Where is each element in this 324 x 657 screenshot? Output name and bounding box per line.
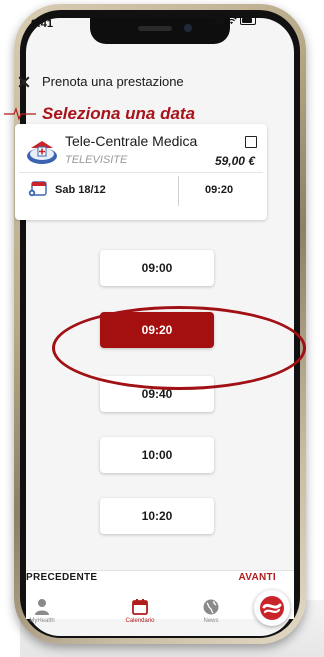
tab-news[interactable]: News (181, 598, 241, 624)
time-slot-selected[interactable]: 09:20 (100, 312, 214, 348)
header: Prenota una prestazione (18, 74, 184, 89)
service-category: TELEVISITE (65, 154, 128, 166)
status-time: 9:41 (31, 18, 54, 30)
service-name: Tele-Centrale Medica (65, 133, 198, 149)
nav-actions: PRECEDENTE AVANTI (26, 572, 276, 586)
section-title: Seleziona una data (42, 104, 196, 123)
wifi-icon (226, 16, 237, 25)
section-heading: Seleziona una data (4, 104, 195, 124)
card-divider (19, 172, 263, 173)
appointment-time: 09:20 (205, 184, 234, 196)
header-title: Prenota una prestazione (42, 74, 184, 89)
appointment-date: Sab 18/12 (55, 184, 106, 196)
globe-icon (203, 599, 219, 615)
next-button[interactable]: AVANTI (238, 572, 276, 583)
time-slot[interactable]: 09:00 (100, 250, 214, 286)
service-card: Tele-Centrale Medica TELEVISITE 59,00 € … (15, 124, 267, 220)
close-icon[interactable] (18, 76, 30, 88)
signal-icon (212, 16, 223, 25)
tab-label: News (203, 618, 219, 624)
speaker-grille (138, 26, 172, 31)
tab-myhealth[interactable]: MyHealth (12, 598, 72, 624)
tab-label: Calendario (125, 618, 155, 624)
tab-calendario[interactable]: Calendario (110, 598, 170, 624)
time-slot[interactable]: 10:00 (100, 437, 214, 473)
status-icons (212, 16, 256, 25)
time-slot[interactable]: 09:40 (100, 376, 214, 412)
tele-medica-logo-icon (27, 141, 57, 164)
card-vertical-divider (178, 176, 179, 206)
calendar-icon (132, 599, 148, 615)
phone-notch (90, 18, 230, 44)
service-checkbox[interactable] (245, 136, 257, 148)
battery-icon (240, 16, 256, 25)
person-icon (35, 599, 49, 615)
brand-logo-icon (260, 596, 284, 620)
previous-button[interactable]: PRECEDENTE (26, 572, 97, 583)
calendar-stethoscope-icon (28, 181, 47, 197)
tab-label: MyHealth (29, 618, 55, 624)
heartbeat-icon (4, 107, 36, 121)
time-slot[interactable]: 10:20 (100, 498, 214, 534)
service-price: 59,00 € (214, 154, 255, 168)
brand-action-button[interactable] (254, 590, 290, 626)
front-camera (184, 24, 192, 32)
